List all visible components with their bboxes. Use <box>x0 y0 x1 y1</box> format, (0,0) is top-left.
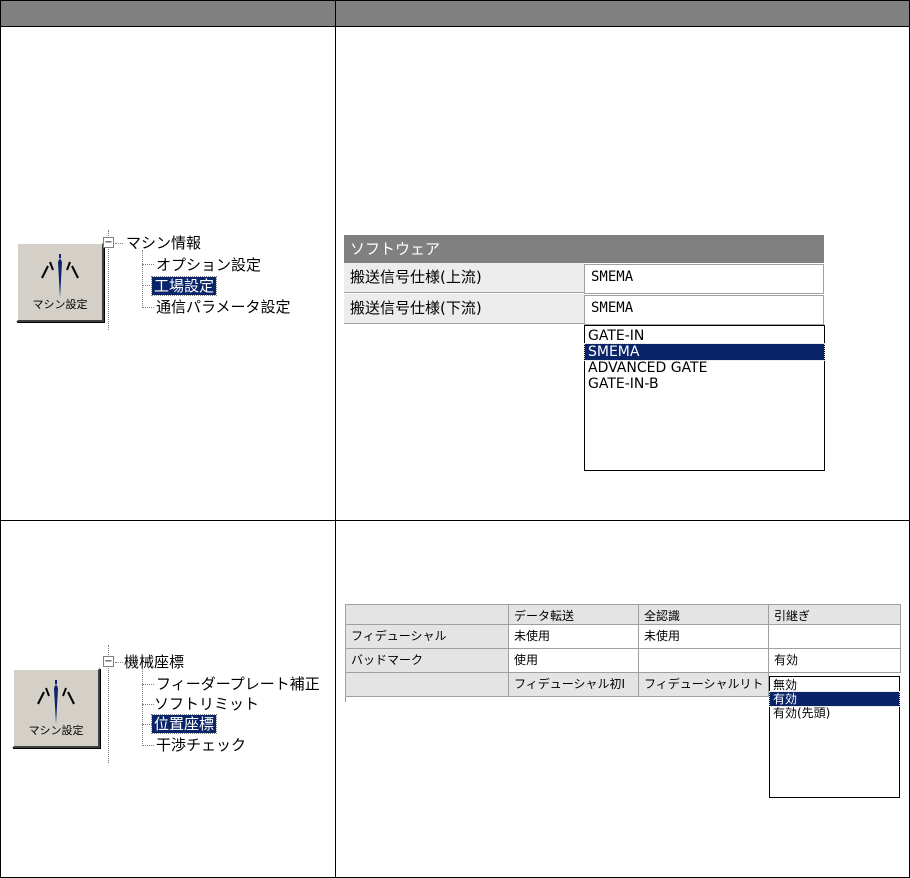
tree-line <box>142 745 154 746</box>
tree-item-factory-settings[interactable]: 工場設定 <box>150 276 218 296</box>
grid-header-carry-over: 引継ぎ <box>769 605 901 625</box>
list-item[interactable]: 有効(先頭) <box>770 706 899 720</box>
tree-line <box>142 684 154 685</box>
tree-collapse-icon[interactable]: − <box>103 656 114 667</box>
tree-item-soft-limit[interactable]: ソフトリミット <box>152 695 261 713</box>
grid-cell[interactable] <box>769 625 901 649</box>
tree-line <box>142 264 154 265</box>
tree-collapse-icon[interactable]: − <box>103 237 114 248</box>
list-item-selected[interactable]: 有効 <box>769 691 900 707</box>
tree-item-machine-coords[interactable]: 機械座標 <box>122 653 186 671</box>
tree-item-feeder-plate[interactable]: フィーダープレート補正 <box>154 675 322 693</box>
grid-row-label-blank <box>346 673 509 697</box>
tree-item-comm-params[interactable]: 通信パラメータ設定 <box>154 298 293 316</box>
tree-line <box>142 250 143 308</box>
software-header: ソフトウェア <box>344 235 584 263</box>
tree-item-position-coords[interactable]: 位置座標 <box>150 714 218 734</box>
machine-settings-button[interactable]: マシン設定 <box>16 242 104 322</box>
grid-cell[interactable]: 未使用 <box>509 625 639 649</box>
tree-item-interference-check[interactable]: 干渉チェック <box>154 736 248 754</box>
gauge-icon <box>37 680 75 724</box>
grid-row-label-bad-mark: バッドマーク <box>346 649 509 673</box>
downstream-signal-label: 搬送信号仕様(下流) <box>344 294 584 324</box>
grid-cell[interactable]: フィデューシャル初I <box>509 673 639 697</box>
tree-item-option-settings[interactable]: オプション設定 <box>154 256 263 274</box>
carry-over-options-list[interactable]: 無効 有効 有効(先頭) <box>769 676 900 798</box>
signal-options-list[interactable]: GATE-IN SMEMA ADVANCED GATE GATE-IN-B <box>584 325 825 471</box>
grid-header-data-transfer: データ転送 <box>509 605 639 625</box>
upstream-signal-label: 搬送信号仕様(上流) <box>344 263 584 293</box>
machine-settings-button[interactable]: マシン設定 <box>12 668 100 748</box>
grid-row-label-fiducial: フィデューシャル <box>346 625 509 649</box>
tree-item-machine-info[interactable]: マシン情報 <box>124 234 203 252</box>
downstream-signal-value[interactable]: SMEMA <box>584 295 824 325</box>
tree-line <box>115 243 123 244</box>
list-item[interactable]: ADVANCED GATE <box>585 360 824 376</box>
grid-cell[interactable]: フィデューシャルリト <box>639 673 769 697</box>
list-item[interactable]: GATE-IN-B <box>585 376 824 392</box>
grid-header-blank <box>346 605 509 625</box>
gauge-icon <box>41 254 79 298</box>
tree-line <box>142 307 154 308</box>
grid-header-all-recognition: 全認識 <box>639 605 769 625</box>
machine-settings-label: マシン設定 <box>32 298 88 311</box>
table-header-right <box>335 0 910 27</box>
grid-cell[interactable] <box>639 649 769 673</box>
machine-settings-label: マシン設定 <box>28 724 84 737</box>
grid-cell[interactable]: 未使用 <box>639 625 769 649</box>
list-item-selected[interactable]: SMEMA <box>584 343 825 361</box>
grid-cell[interactable]: 使用 <box>509 649 639 673</box>
grid-cell[interactable]: 有効 <box>769 649 901 673</box>
tree-line <box>142 668 143 746</box>
table-header-left <box>0 0 336 27</box>
list-item[interactable]: GATE-IN <box>585 328 824 344</box>
list-item[interactable]: 無効 <box>770 678 899 692</box>
upstream-signal-value[interactable]: SMEMA <box>584 264 824 294</box>
software-header-blank <box>584 235 824 263</box>
